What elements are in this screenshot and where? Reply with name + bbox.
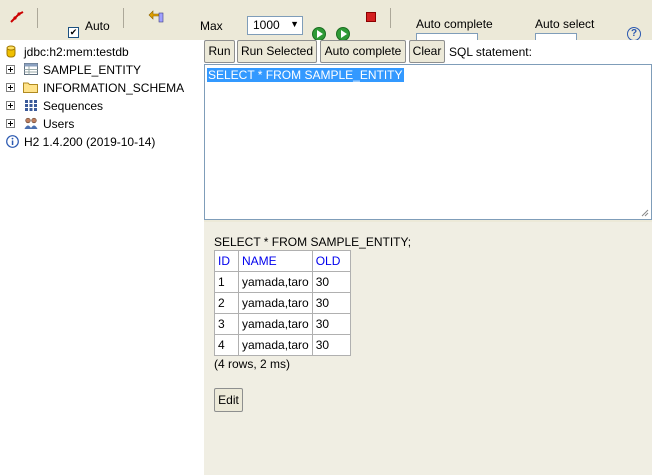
sql-text-selected: SELECT * FROM SAMPLE_ENTITY (207, 68, 404, 82)
run-selected-button[interactable]: Run Selected (237, 40, 317, 63)
table-cell: yamada,taro (238, 334, 313, 356)
folder-icon (23, 81, 38, 94)
connection-label: jdbc:h2:mem:testdb (24, 45, 129, 59)
results-table: ID NAME OLD 1 yamada,taro 30 2 yamada,ta… (214, 250, 351, 356)
edit-button[interactable]: Edit (214, 388, 243, 412)
tree-item-label: SAMPLE_ENTITY (43, 63, 142, 77)
auto-complete-label: Auto complete (416, 17, 493, 31)
table-cell: yamada,taro (238, 292, 313, 314)
expand-icon[interactable] (6, 119, 15, 128)
table-cell: 2 (214, 292, 239, 314)
table-icon (24, 63, 38, 76)
users-icon (24, 117, 38, 130)
results-panel: SELECT * FROM SAMPLE_ENTITY; ID NAME OLD… (204, 222, 652, 475)
auto-commit-label: Auto (85, 19, 110, 33)
expand-icon[interactable] (6, 101, 15, 110)
clear-button[interactable]: Clear (409, 40, 445, 63)
tree-item-information-schema[interactable]: INFORMATION_SCHEMA (0, 80, 200, 98)
table-cell: 4 (214, 334, 239, 356)
table-cell: 30 (311, 271, 351, 293)
toolbar-separator (37, 8, 38, 28)
table-cell: 30 (311, 334, 351, 356)
table-cell: yamada,taro (238, 313, 313, 335)
table-row: 4 yamada,taro 30 (214, 334, 351, 356)
stop-icon[interactable] (366, 12, 376, 22)
tree-item-sample-entity[interactable]: SAMPLE_ENTITY (0, 62, 200, 80)
max-rows-value: 1000 (253, 18, 280, 32)
schema-tree: jdbc:h2:mem:testdb SAMPLE_ENTITY INFORMA… (0, 40, 204, 475)
table-row: 1 yamada,taro 30 (214, 271, 351, 293)
sequences-icon (24, 99, 38, 112)
chevron-down-icon: ▼ (290, 19, 299, 29)
executed-sql: SELECT * FROM SAMPLE_ENTITY; (214, 235, 412, 249)
table-cell: 30 (311, 292, 351, 314)
max-rows-label: Max (200, 19, 223, 33)
table-header-row: ID NAME OLD (214, 250, 351, 272)
tree-item-sequences[interactable]: Sequences (0, 98, 200, 116)
table-cell: 30 (311, 313, 351, 335)
results-summary: (4 rows, 2 ms) (214, 357, 291, 371)
tree-version-info: H2 1.4.200 (2019-10-14) (0, 134, 200, 152)
tree-item-label: Sequences (43, 99, 104, 113)
column-header-id[interactable]: ID (214, 250, 239, 272)
expand-icon[interactable] (6, 83, 15, 92)
sql-editor[interactable]: SELECT * FROM SAMPLE_ENTITY (204, 64, 652, 220)
resize-grip-icon[interactable] (640, 208, 649, 217)
tree-item-label: Users (43, 117, 75, 131)
tree-connection[interactable]: jdbc:h2:mem:testdb (0, 44, 200, 62)
auto-select-label: Auto select (535, 17, 595, 31)
run-selected-icon[interactable] (336, 27, 350, 40)
rollback-icon[interactable] (148, 10, 164, 27)
tree-item-label: INFORMATION_SCHEMA (43, 81, 185, 95)
auto-complete-button[interactable]: Auto complete (320, 40, 406, 63)
table-row: 3 yamada,taro 30 (214, 313, 351, 335)
sql-statement-label: SQL statement: (449, 45, 532, 59)
column-header-name[interactable]: NAME (238, 250, 313, 272)
help-icon[interactable]: ? (627, 27, 641, 40)
table-cell: 1 (214, 271, 239, 293)
column-header-old[interactable]: OLD (311, 250, 351, 272)
run-icon[interactable] (312, 27, 326, 40)
database-icon (6, 45, 20, 58)
version-label: H2 1.4.200 (2019-10-14) (24, 135, 156, 149)
toolbar: ✔ Auto Max 1000 ▼ Auto complete Auto sel… (0, 0, 652, 40)
query-toolbar: Run Run Selected Auto complete Clear SQL… (204, 40, 652, 64)
auto-complete-select[interactable] (416, 33, 478, 40)
table-cell: yamada,taro (238, 271, 313, 293)
table-cell: 3 (214, 313, 239, 335)
toolbar-separator (123, 8, 124, 28)
auto-select-select[interactable] (535, 33, 577, 40)
toolbar-separator (390, 8, 391, 28)
table-row: 2 yamada,taro 30 (214, 292, 351, 314)
expand-icon[interactable] (6, 65, 15, 74)
disconnect-icon[interactable] (9, 10, 25, 29)
info-icon (6, 135, 20, 148)
tree-item-users[interactable]: Users (0, 116, 200, 134)
run-button[interactable]: Run (204, 40, 235, 63)
auto-commit-checkbox[interactable]: ✔ (68, 27, 79, 38)
max-rows-select[interactable]: 1000 ▼ (247, 16, 303, 35)
